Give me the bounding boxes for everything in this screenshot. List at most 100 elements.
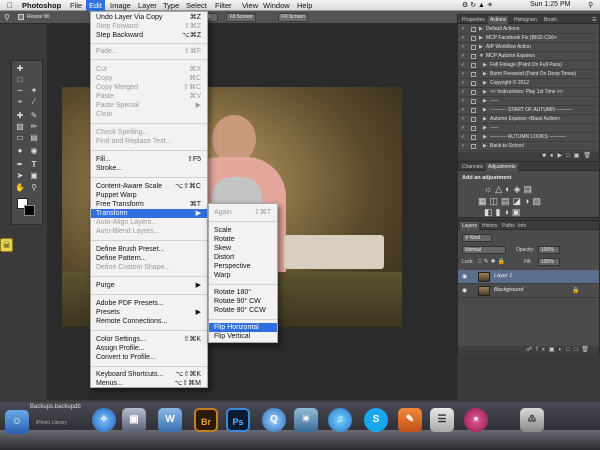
lasso-tool-icon[interactable]: ∽	[15, 86, 25, 95]
menu-item-content-aware-scale[interactable]: Content-Aware Scale ⌥⇧⌘C	[91, 182, 207, 191]
itunes-icon[interactable]: ♫	[328, 408, 352, 432]
preview-icon[interactable]: ▣	[122, 408, 146, 432]
eraser-tool-icon[interactable]: ▭	[15, 133, 25, 142]
blur-tool-icon[interactable]: ●	[15, 146, 25, 155]
menu-item-presets[interactable]: Presets ▶	[91, 308, 207, 317]
tab-paths[interactable]: Paths	[500, 222, 517, 230]
menu-image[interactable]: Image	[110, 1, 131, 10]
action-row[interactable]: ✓ ▼ MCP Autumn Equinox	[458, 52, 599, 61]
trash-icon[interactable]: ♳	[520, 408, 544, 432]
submenu-item-rotate-90-cw[interactable]: Rotate 90° CW	[209, 297, 277, 306]
submenu-item-warp[interactable]: Warp	[209, 271, 277, 280]
hand-tool-icon[interactable]: ✋	[15, 183, 25, 192]
skype-icon[interactable]: S	[364, 408, 388, 432]
menu-item-color-settings[interactable]: Color Settings... ⇧⌘K	[91, 335, 207, 344]
menu-item-assign-profile[interactable]: Assign Profile...	[91, 344, 207, 353]
adjustment-icons-row-2[interactable]: ▦◫▤◪◑▧	[478, 196, 544, 207]
blend-mode-select[interactable]: Normal	[462, 246, 506, 254]
shape-tool-icon[interactable]: ▣	[29, 171, 39, 180]
menu-item-menus[interactable]: Menus... ⌥⇧⌘M	[91, 379, 207, 388]
menu-item-free-transform[interactable]: Free Transform ⌘T	[91, 200, 207, 209]
submenu-item-rotate[interactable]: Rotate	[209, 235, 277, 244]
quick-mask-icon[interactable]: ☠	[0, 238, 13, 252]
layers-footer-icons[interactable]: ☍fx▣◐□□🗑	[458, 346, 599, 355]
tab-history[interactable]: History	[480, 222, 500, 230]
menu-item-transform[interactable]: Transform ▶	[91, 209, 207, 218]
menu-item-remote-connections[interactable]: Remote Connections...	[91, 317, 207, 326]
zoom-tool-icon[interactable]: ⚲	[29, 183, 39, 192]
menu-item-puppet-warp[interactable]: Puppet Warp	[91, 191, 207, 200]
action-row[interactable]: ✓ ▶ << Instructions: Play 1st Time >>	[458, 88, 599, 97]
menu-type[interactable]: Type	[163, 1, 179, 10]
quick-select-tool-icon[interactable]: ✶	[29, 86, 39, 95]
spotlight-icon[interactable]: ⚲	[588, 1, 593, 9]
menu-window[interactable]: Window	[263, 1, 290, 10]
quicktime-icon[interactable]: Q	[262, 408, 286, 432]
photoshop-icon[interactable]: Ps	[226, 408, 250, 432]
submenu-item-flip-vertical[interactable]: Flip Vertical	[209, 332, 277, 341]
action-row[interactable]: ✓ ▶ Copyright © 2012	[458, 79, 599, 88]
app-badge-icon[interactable]: ★	[464, 408, 488, 432]
submenu-item-rotate-90-ccw[interactable]: Rotate 90° CCW	[209, 306, 277, 315]
menu-item-pdf-presets[interactable]: Adobe PDF Presets...	[91, 299, 207, 308]
opacity-input[interactable]: 100%	[538, 246, 560, 254]
brush-tool-icon[interactable]: ✎	[29, 111, 39, 120]
path-select-tool-icon[interactable]: ➤	[15, 171, 25, 180]
action-row[interactable]: ✓ ▶ Autumn Equinox <Base Action>	[458, 115, 599, 124]
tab-histogram[interactable]: Histogram	[512, 16, 539, 24]
layer-row[interactable]: ◉ Layer 1	[458, 270, 599, 284]
menu-item-define-brush[interactable]: Define Brush Preset...	[91, 245, 207, 254]
eye-icon[interactable]: ◉	[462, 287, 467, 294]
menu-item-undo[interactable]: Undo Layer Via Copy ⌘Z	[91, 13, 207, 22]
submenu-item-flip-horizontal[interactable]: Flip Horizontal	[209, 323, 277, 332]
action-row[interactable]: ✓ ▶ ---------- AUTUMN LOOKS ----------	[458, 133, 599, 142]
layer-row[interactable]: ◉ Background 🔒	[458, 284, 599, 298]
bridge-icon[interactable]: Br	[194, 408, 218, 432]
action-row[interactable]: ✓ ▶ Default Actions	[458, 25, 599, 34]
healing-tool-icon[interactable]: ✚	[15, 111, 25, 120]
action-row[interactable]: ✓ ▶ Burnt Firewood (Paint On Deep Tones)	[458, 70, 599, 79]
resize-checkbox[interactable]	[18, 14, 24, 20]
lock-icons[interactable]: □✎✚🔒	[478, 258, 507, 265]
menu-file[interactable]: File	[70, 1, 82, 10]
adjustment-icons-row-1[interactable]: ☼△◐◈▤	[484, 184, 535, 195]
fit-screen-button[interactable]: Fit Screen	[226, 13, 256, 22]
menu-item-step-backward[interactable]: Step Backward ⌥⌘Z	[91, 31, 207, 40]
marquee-tool-icon[interactable]: □	[15, 75, 25, 84]
clone-stamp-tool-icon[interactable]: ▧	[15, 122, 25, 131]
apple-icon[interactable]: 	[7, 1, 13, 10]
menu-item-keyboard-shortcuts[interactable]: Keyboard Shortcuts... ⌥⇧⌘K	[91, 370, 207, 379]
tab-channels[interactable]: Channels	[460, 163, 485, 171]
action-row[interactable]: ✓ ▶ -----	[458, 97, 599, 106]
tab-layers[interactable]: Layers	[460, 222, 480, 230]
safari-icon[interactable]: ✧	[92, 408, 116, 432]
tab-adjustments[interactable]: Adjustments	[486, 163, 518, 171]
submenu-item-perspective[interactable]: Perspective	[209, 262, 277, 271]
eyedropper-tool-icon[interactable]: ⁄	[29, 97, 39, 106]
kind-filter-select[interactable]: ⚲ Kind	[462, 234, 492, 242]
iphoto-icon[interactable]: ☀	[294, 408, 318, 432]
actions-footer-icons[interactable]: ■●▶□▣🗑	[458, 152, 599, 160]
app-menu[interactable]: Photoshop	[22, 1, 61, 10]
adjustment-icons-row-3[interactable]: ◧▮◑▣	[484, 207, 523, 218]
dock-file-label[interactable]: Backups.backupdb	[30, 404, 81, 410]
dodge-tool-icon[interactable]: ◉	[29, 146, 39, 155]
menu-filter[interactable]: Filter	[215, 1, 232, 10]
menu-help[interactable]: Help	[297, 1, 312, 10]
finder-icon[interactable]: ☺	[5, 410, 29, 434]
menu-item-stroke[interactable]: Stroke...	[91, 164, 207, 173]
fill-screen-button[interactable]: Fill Screen	[278, 13, 308, 22]
word-icon[interactable]: W	[158, 408, 182, 432]
submenu-item-distort[interactable]: Distort	[209, 253, 277, 262]
type-tool-icon[interactable]: T	[29, 160, 39, 169]
background-color-swatch[interactable]	[24, 205, 35, 216]
submenu-item-skew[interactable]: Skew	[209, 244, 277, 253]
action-row[interactable]: ✓ ▶ Back-to-School	[458, 142, 599, 151]
history-brush-tool-icon[interactable]: ✏	[29, 122, 39, 131]
menu-item-fill[interactable]: Fill... ⇧F5	[91, 155, 207, 164]
action-row[interactable]: ✓ ▶ Fall Foliage (Paint On Full Pass)	[458, 61, 599, 70]
tab-properties[interactable]: Properties	[460, 16, 487, 24]
menu-view[interactable]: View	[242, 1, 258, 10]
move-tool-icon[interactable]: ✚	[15, 64, 25, 73]
menu-item-purge[interactable]: Purge ▶	[91, 281, 207, 290]
